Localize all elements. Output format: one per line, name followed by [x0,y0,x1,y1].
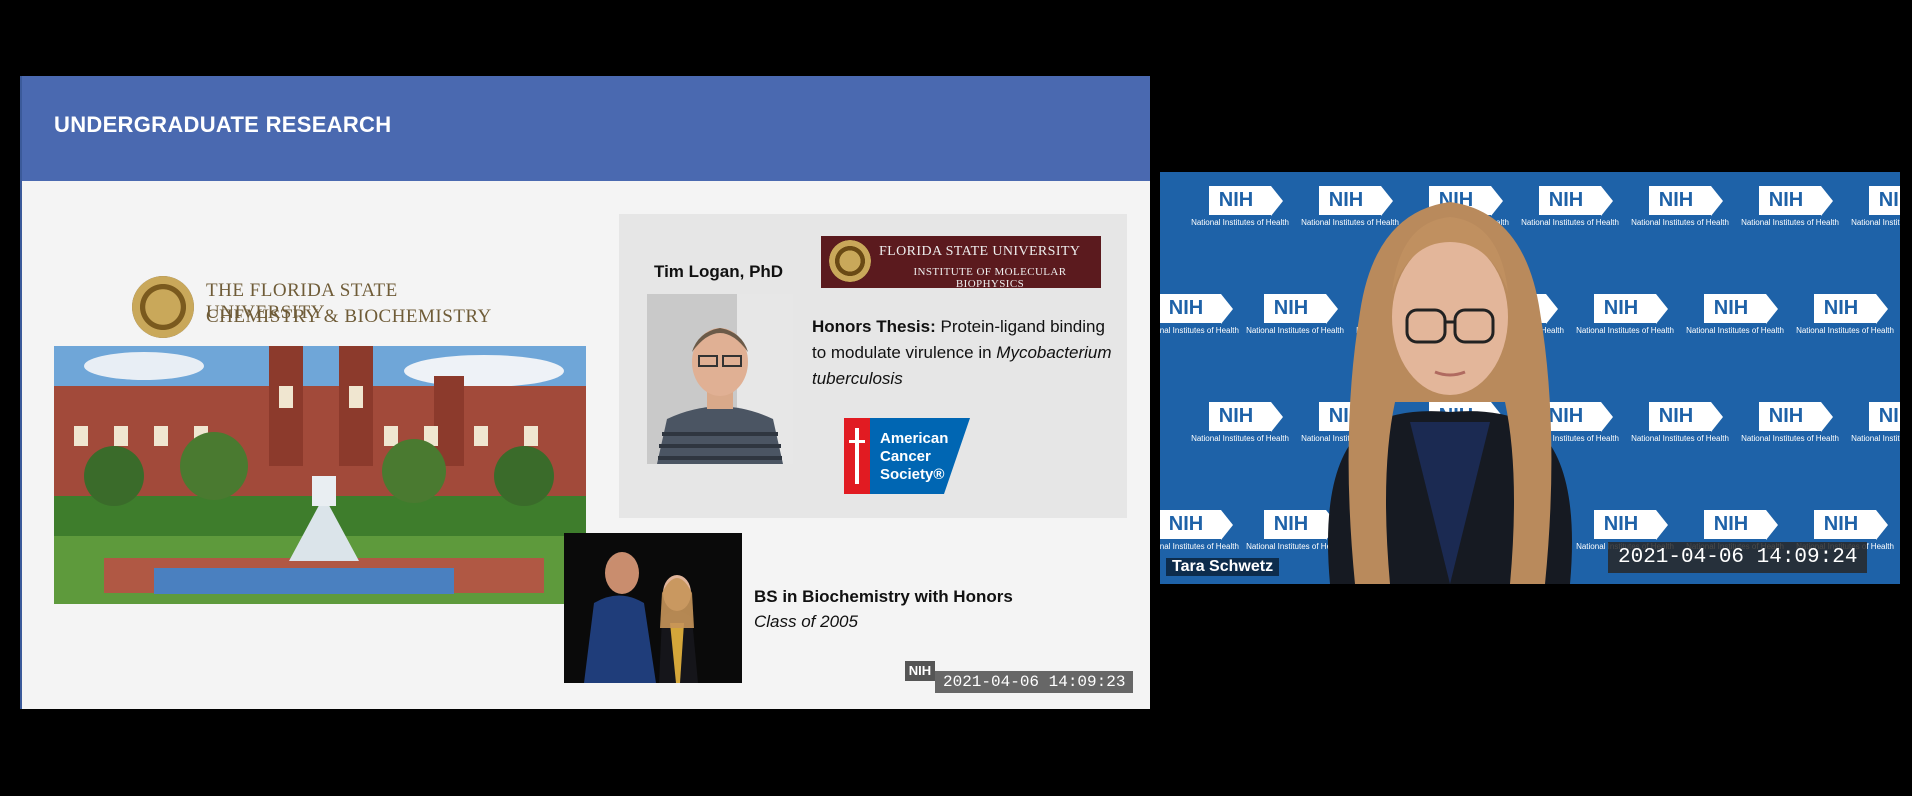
speaker-name-label: Tara Schwetz [1166,558,1280,576]
degree-class: Class of 2005 [754,612,858,631]
slide-header: UNDERGRADUATE RESEARCH [22,76,1150,181]
institute-logo-line2: INSTITUTE OF MOLECULAR BIOPHYSICS [913,266,1067,290]
acs-logo-line3: Society® [880,466,944,483]
institute-molecular-biophysics-logo: FLORIDA STATE UNIVERSITY INSTITUTE OF MO… [821,236,1101,290]
thesis-label: Honors Thesis: [812,317,936,336]
honors-thesis: Honors Thesis: Protein-ligand binding to… [812,314,1112,392]
graduation-photo [564,533,742,683]
acs-logo-line2: Cancer [880,448,931,465]
acs-logo-line1: American [880,430,948,447]
slide-timestamp: 2021-04-06 14:09:23 [935,671,1134,693]
presentation-slide: UNDERGRADUATE RESEARCH THE FLORIDA STATE… [22,76,1150,709]
fsu-building-photo [54,346,586,604]
fsu-chemistry-logo: THE FLORIDA STATE UNIVERSITY CHEMISTRY &… [132,276,512,340]
mentor-info-card: Tim Logan, PhD FLORIDA STATE UNIVERSITY … [619,214,1127,518]
speaker-figure [1328,202,1572,584]
american-cancer-society-logo: American Cancer Society® [844,418,970,494]
fsu-seal-icon [132,276,194,338]
fsu-seal-icon [829,240,871,282]
mentor-photo [647,294,793,464]
degree-title: BS in Biochemistry with Honors [754,587,1013,606]
speaker-video: NIH National Institutes of Health NIH Natio… [1160,172,1900,584]
degree-info: BS in Biochemistry with Honors Class of … [754,584,1013,634]
slide-title: UNDERGRADUATE RESEARCH [54,112,392,137]
nih-footer-logo: NIH [905,661,935,681]
institute-logo-line1: FLORIDA STATE UNIVERSITY [879,244,1081,259]
fsu-logo-line2: CHEMISTRY & BIOCHEMISTRY [206,306,492,327]
video-timestamp: 2021-04-06 14:09:24 [1608,542,1868,573]
mentor-name: Tim Logan, PhD [654,262,784,281]
